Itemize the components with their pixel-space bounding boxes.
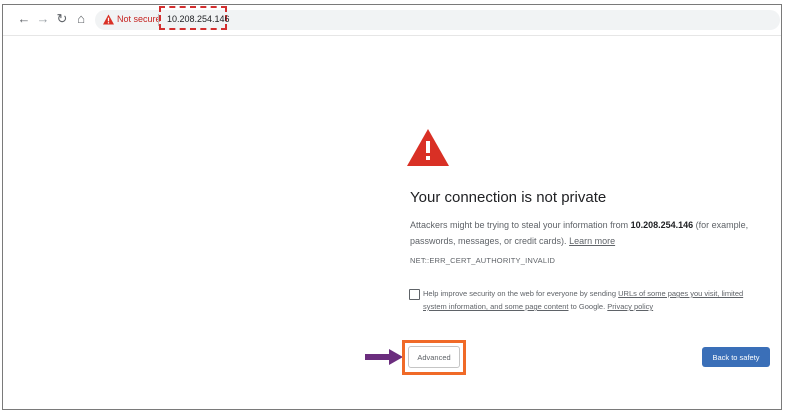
- checkbox-text-suffix: to Google.: [568, 302, 608, 311]
- help-improve-checkbox[interactable]: [409, 289, 420, 300]
- browser-window: ← → ↻ ⌂ Not secure 10.208.254.146 Your c…: [2, 4, 782, 410]
- home-icon[interactable]: ⌂: [74, 12, 88, 26]
- error-code: NET::ERR_CERT_AUTHORITY_INVALID: [410, 256, 556, 265]
- warning-icon: [103, 14, 114, 25]
- help-improve-label: Help improve security on the web for eve…: [423, 287, 768, 313]
- browser-toolbar: ← → ↻ ⌂ Not secure 10.208.254.146: [3, 5, 781, 36]
- advanced-button[interactable]: Advanced: [408, 346, 460, 368]
- pointer-arrow-icon: [365, 349, 403, 365]
- learn-more-link[interactable]: Learn more: [569, 236, 615, 246]
- checkbox-text-prefix: Help improve security on the web for eve…: [423, 289, 619, 298]
- page-title: Your connection is not private: [410, 189, 607, 206]
- back-to-safety-button[interactable]: Back to safety: [702, 347, 770, 367]
- forward-icon[interactable]: →: [36, 12, 50, 26]
- warning-icon: [407, 129, 449, 166]
- warning-description: Attackers might be trying to steal your …: [410, 217, 770, 249]
- not-secure-label[interactable]: Not secure: [117, 14, 161, 24]
- description-text: Attackers might be trying to steal your …: [410, 220, 631, 230]
- reload-icon[interactable]: ↻: [55, 12, 69, 26]
- url-text[interactable]: 10.208.254.146: [167, 14, 230, 24]
- address-bar[interactable]: Not secure 10.208.254.146: [95, 6, 780, 30]
- host-address: 10.208.254.146: [630, 220, 694, 230]
- back-icon[interactable]: ←: [17, 12, 31, 26]
- privacy-policy-link[interactable]: Privacy policy: [607, 302, 653, 311]
